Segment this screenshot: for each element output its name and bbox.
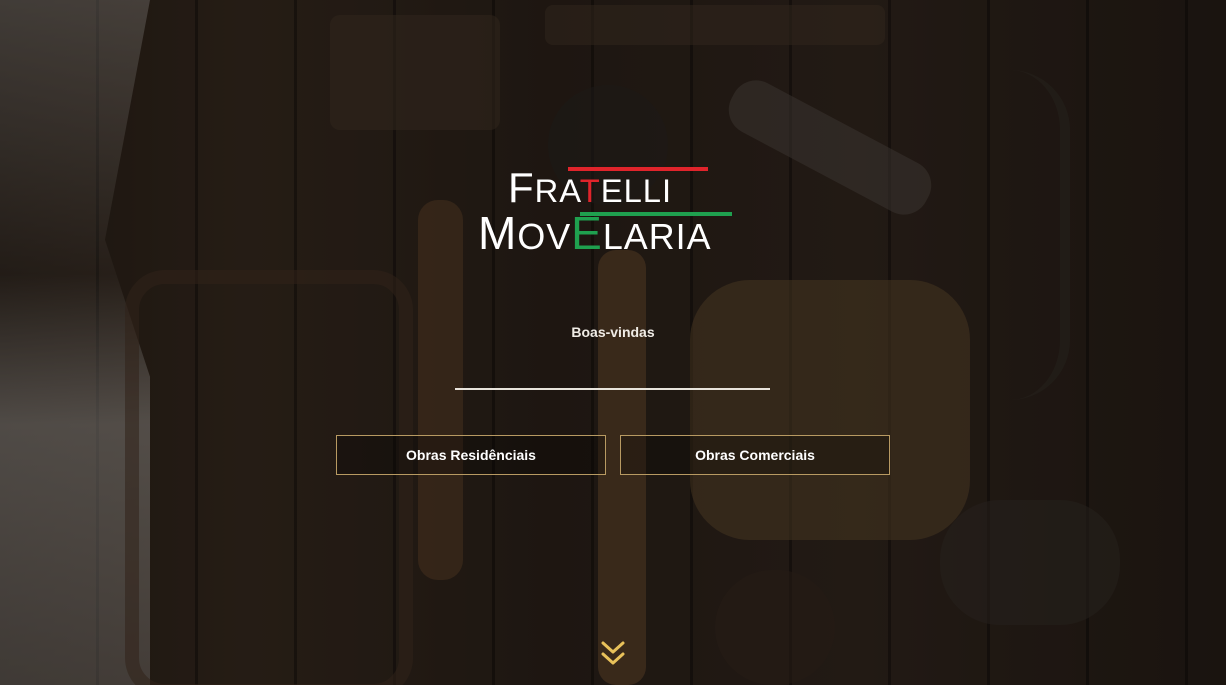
double-chevron-down-icon[interactable] (600, 640, 626, 668)
logo-line-2: MOVELARIA (478, 209, 712, 261)
logo-accent-letter: T (579, 172, 601, 209)
logo-letter: M (478, 207, 518, 259)
logo-accent-letter: E (571, 207, 603, 259)
logo-letters: LARIA (602, 217, 712, 257)
commercial-works-button[interactable]: Obras Comerciais (620, 435, 890, 475)
welcome-text: Boas-vindas (571, 324, 655, 340)
residential-works-button[interactable]: Obras Residênciais (336, 435, 606, 475)
dark-overlay (0, 0, 1226, 685)
logo-letters: ELLI (600, 172, 673, 209)
brand-logo[interactable]: FRATELLI MOVELARIA (478, 164, 748, 257)
hero-section: FRATELLI MOVELARIA Boas-vindas Obras Res… (0, 0, 1226, 685)
logo-letter: F (508, 164, 535, 211)
logo-letters: RA (534, 172, 580, 209)
divider-line (455, 388, 770, 390)
logo-letters: OV (517, 217, 572, 257)
